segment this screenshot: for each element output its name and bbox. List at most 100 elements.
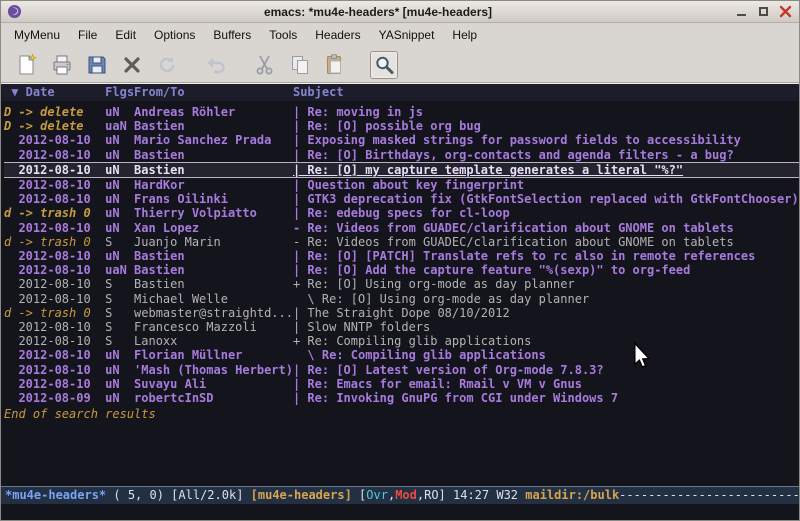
menu-item-file[interactable]: File: [69, 25, 106, 45]
message-from: Bastien: [134, 119, 293, 133]
menu-item-help[interactable]: Help: [443, 25, 486, 45]
message-flags: uaN: [105, 119, 134, 133]
message-row[interactable]: 2012-08-10uNFlorian Müllner \ Re: Compil…: [4, 348, 799, 362]
message-row[interactable]: 2012-08-10uNMario Sanchez Prada| Exposin…: [4, 133, 799, 147]
message-row[interactable]: D -> deleteuaNBastien| Re: [O] possible …: [4, 119, 799, 133]
menu-item-options[interactable]: Options: [145, 25, 204, 45]
message-row[interactable]: d -> trash 0Swebmaster@straightd...| The…: [4, 306, 799, 320]
menu-item-tools[interactable]: Tools: [260, 25, 306, 45]
message-row[interactable]: 2012-08-10uNFrans Oilinki| GTK3 deprecat…: [4, 192, 799, 206]
new-file-button[interactable]: [13, 51, 41, 79]
message-row[interactable]: 2012-08-09uNrobertcInSD| Re: Invoking Gn…: [4, 391, 799, 405]
message-row[interactable]: D -> deleteuNAndreas Röhler| Re: moving …: [4, 105, 799, 119]
message-from: Thierry Volpiatto: [134, 206, 293, 220]
menu-item-edit[interactable]: Edit: [106, 25, 145, 45]
message-from: Bastien: [134, 148, 293, 162]
modeline-segment-plain: ,RO] 14:27 W32: [417, 488, 525, 502]
menu-item-yasnippet[interactable]: YASnippet: [370, 25, 444, 45]
message-flags: S: [105, 277, 134, 291]
message-from: Andreas Röhler: [134, 105, 293, 119]
message-subject: | Exposing masked strings for password f…: [293, 133, 799, 147]
menu-item-headers[interactable]: Headers: [306, 25, 369, 45]
message-subject: + Re: Compiling glib applications: [293, 334, 799, 348]
message-row[interactable]: d -> trash 0uNThierry Volpiatto| Re: ede…: [4, 206, 799, 220]
message-row[interactable]: 2012-08-10uNXan Lopez- Re: Videos from G…: [4, 221, 799, 235]
message-from: 'Mash (Thomas Herbert): [134, 363, 293, 377]
message-flags: S: [105, 306, 134, 320]
search-button[interactable]: [370, 51, 398, 79]
message-row[interactable]: 2012-08-10SLanoxx+ Re: Compiling glib ap…: [4, 334, 799, 348]
cut-button[interactable]: [251, 51, 279, 79]
message-subject: | Re: moving in js: [293, 105, 799, 119]
modeline-segment-bufname: *mu4e-headers*: [5, 488, 106, 502]
column-header-from[interactable]: From/To: [134, 84, 293, 101]
message-row[interactable]: d -> trash 0SJuanjo Marin- Re: Videos fr…: [4, 235, 799, 249]
message-row[interactable]: 2012-08-10uN'Mash (Thomas Herbert)| Re: …: [4, 363, 799, 377]
message-subject: | Re: [O] Add the capture feature "%(sex…: [293, 263, 799, 277]
message-from: Lanoxx: [134, 334, 293, 348]
message-from: Mario Sanchez Prada: [134, 133, 293, 147]
message-marker: d -> trash 0: [4, 206, 105, 220]
message-flags: uaN: [105, 263, 134, 277]
save-button[interactable]: [83, 51, 111, 79]
message-from: Michael Welle: [134, 292, 293, 306]
message-flags: uN: [105, 249, 134, 263]
message-row[interactable]: 2012-08-10uNBastien| Re: [O] my capture …: [4, 162, 799, 178]
headers-header-line: ▼ Date Flgs From/To Subject: [1, 84, 799, 101]
message-from: HardKor: [134, 178, 293, 192]
paste-icon: [323, 53, 347, 77]
modeline-segment-plain: [: [352, 488, 366, 502]
message-marker: 2012-08-10: [4, 263, 105, 277]
message-marker: D -> delete: [4, 105, 105, 119]
paste-button[interactable]: [321, 51, 349, 79]
print-button[interactable]: [48, 51, 76, 79]
message-marker: 2012-08-10: [4, 348, 105, 362]
menu-item-mymenu[interactable]: MyMenu: [5, 25, 69, 45]
titlebar[interactable]: emacs: *mu4e-headers* [mu4e-headers]: [1, 1, 799, 23]
copy-button[interactable]: [286, 51, 314, 79]
message-row[interactable]: 2012-08-10SMichael Welle \ Re: [O] Using…: [4, 292, 799, 306]
close-buffer-icon: [120, 53, 144, 77]
message-row[interactable]: 2012-08-10uNSuvayu Ali| Re: Emacs for em…: [4, 377, 799, 391]
minimize-button[interactable]: [734, 4, 749, 19]
message-flags: uN: [105, 221, 134, 235]
maximize-button[interactable]: [756, 4, 771, 19]
close-button[interactable]: [778, 4, 793, 19]
undo-icon: [204, 53, 228, 77]
message-flags: uN: [105, 105, 134, 119]
message-subject: | The Straight Dope 08/10/2012: [293, 306, 799, 320]
message-marker: 2012-08-10: [4, 133, 105, 147]
message-row[interactable]: 2012-08-10uaNBastien| Re: [O] Add the ca…: [4, 263, 799, 277]
message-marker: 2012-08-10: [4, 363, 105, 377]
minibuffer[interactable]: [1, 504, 799, 520]
message-subject: | Re: [O] possible org bug: [293, 119, 799, 133]
modeline-segment-plain: ( 5, 0) [All/2.0k]: [106, 488, 251, 502]
message-marker: 2012-08-10: [4, 377, 105, 391]
refresh-button[interactable]: [153, 51, 181, 79]
message-flags: S: [105, 235, 134, 249]
emacs-window: emacs: *mu4e-headers* [mu4e-headers] MyM…: [0, 0, 800, 521]
message-row[interactable]: 2012-08-10uNBastien| Re: [O] Birthdays, …: [4, 148, 799, 162]
message-from: Suvayu Ali: [134, 377, 293, 391]
message-from: Florian Müllner: [134, 348, 293, 362]
close-buffer-button[interactable]: [118, 51, 146, 79]
message-from: Xan Lopez: [134, 221, 293, 235]
menu-item-buffers[interactable]: Buffers: [204, 25, 260, 45]
message-marker: d -> trash 0: [4, 306, 105, 320]
modeline: *mu4e-headers* ( 5, 0) [All/2.0k] [mu4e-…: [1, 486, 799, 504]
column-header-date[interactable]: ▼ Date: [4, 84, 105, 101]
message-subject: - Re: Videos from GUADEC/clarification a…: [293, 235, 799, 249]
message-row[interactable]: 2012-08-10uNHardKor| Question about key …: [4, 178, 799, 192]
message-list: D -> deleteuNAndreas Röhler| Re: moving …: [1, 101, 799, 486]
message-flags: uN: [105, 133, 134, 147]
message-row[interactable]: 2012-08-10uNBastien| Re: [O] [PATCH] Tra…: [4, 249, 799, 263]
message-row[interactable]: 2012-08-10SFrancesco Mazzoli| Slow NNTP …: [4, 320, 799, 334]
message-marker: 2012-08-10: [4, 320, 105, 334]
message-row[interactable]: 2012-08-10SBastien+ Re: [O] Using org-mo…: [4, 277, 799, 291]
column-header-subject[interactable]: Subject: [293, 84, 799, 101]
message-marker: 2012-08-10: [4, 277, 105, 291]
message-from: Bastien: [134, 277, 293, 291]
message-subject: + Re: [O] Using org-mode as day planner: [293, 277, 799, 291]
undo-button[interactable]: [202, 51, 230, 79]
column-header-flags[interactable]: Flgs: [105, 84, 134, 101]
